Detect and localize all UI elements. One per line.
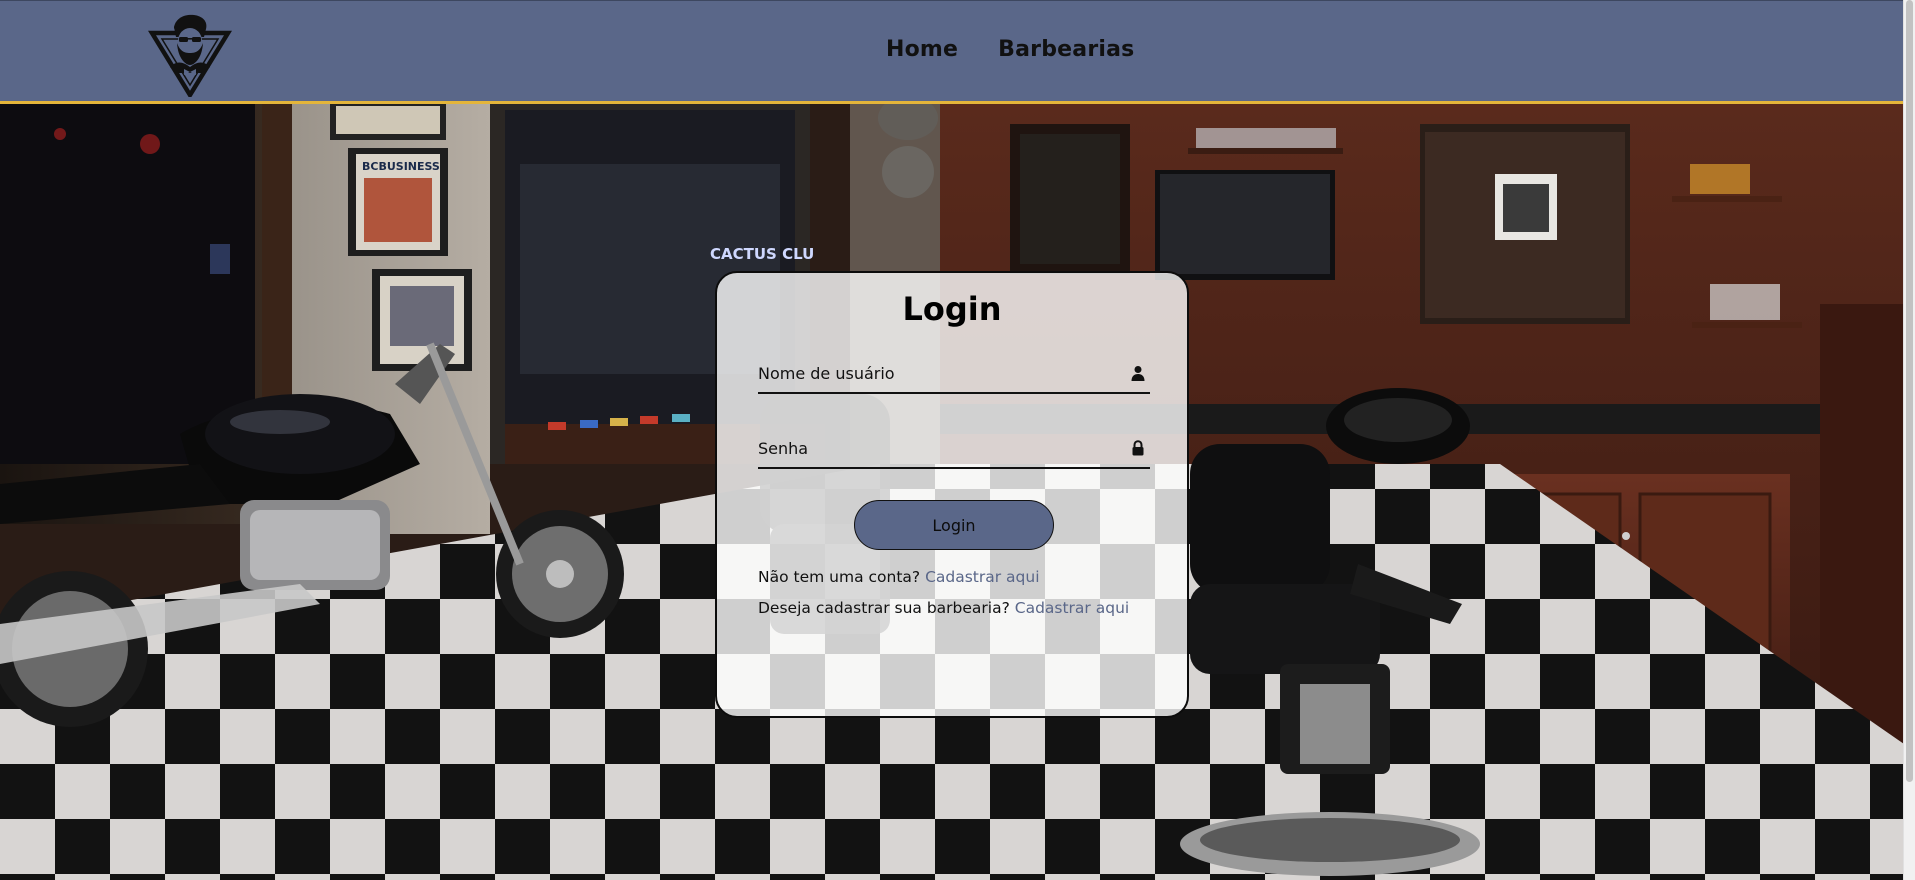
user-icon bbox=[1131, 366, 1145, 381]
register-shop-link[interactable]: Cadastrar aqui bbox=[1015, 599, 1129, 617]
signup-link[interactable]: Cadastrar aqui bbox=[925, 568, 1039, 586]
login-button[interactable]: Login bbox=[854, 500, 1054, 550]
neon-sign-text: CACTUS CLU bbox=[710, 245, 814, 263]
register-shop-prompt: Deseja cadastrar sua barbearia? Cadastra… bbox=[758, 599, 1129, 617]
login-card: Login Login Não tem uma conta? Cadastrar… bbox=[715, 271, 1189, 718]
nav-link-barbearias[interactable]: Barbearias bbox=[998, 37, 1134, 62]
login-title: Login bbox=[902, 290, 1002, 328]
username-input[interactable] bbox=[758, 354, 1108, 392]
main-nav: Home Barbearias bbox=[886, 37, 1134, 62]
username-field bbox=[758, 354, 1150, 394]
lock-icon bbox=[1132, 440, 1144, 456]
scrollbar-thumb[interactable] bbox=[1906, 0, 1913, 782]
nav-link-home[interactable]: Home bbox=[886, 37, 958, 62]
magazine-cover-text: BCBUSINESS bbox=[362, 160, 440, 173]
register-shop-text: Deseja cadastrar sua barbearia? bbox=[758, 599, 1010, 617]
barber-logo-icon[interactable] bbox=[148, 11, 232, 97]
password-field bbox=[758, 429, 1150, 469]
no-account-text: Não tem uma conta? bbox=[758, 568, 921, 586]
password-input[interactable] bbox=[758, 429, 1108, 467]
site-header: Home Barbearias bbox=[0, 0, 1904, 104]
signup-prompt: Não tem uma conta? Cadastrar aqui bbox=[758, 568, 1040, 586]
page-scrollbar[interactable] bbox=[1903, 0, 1915, 880]
